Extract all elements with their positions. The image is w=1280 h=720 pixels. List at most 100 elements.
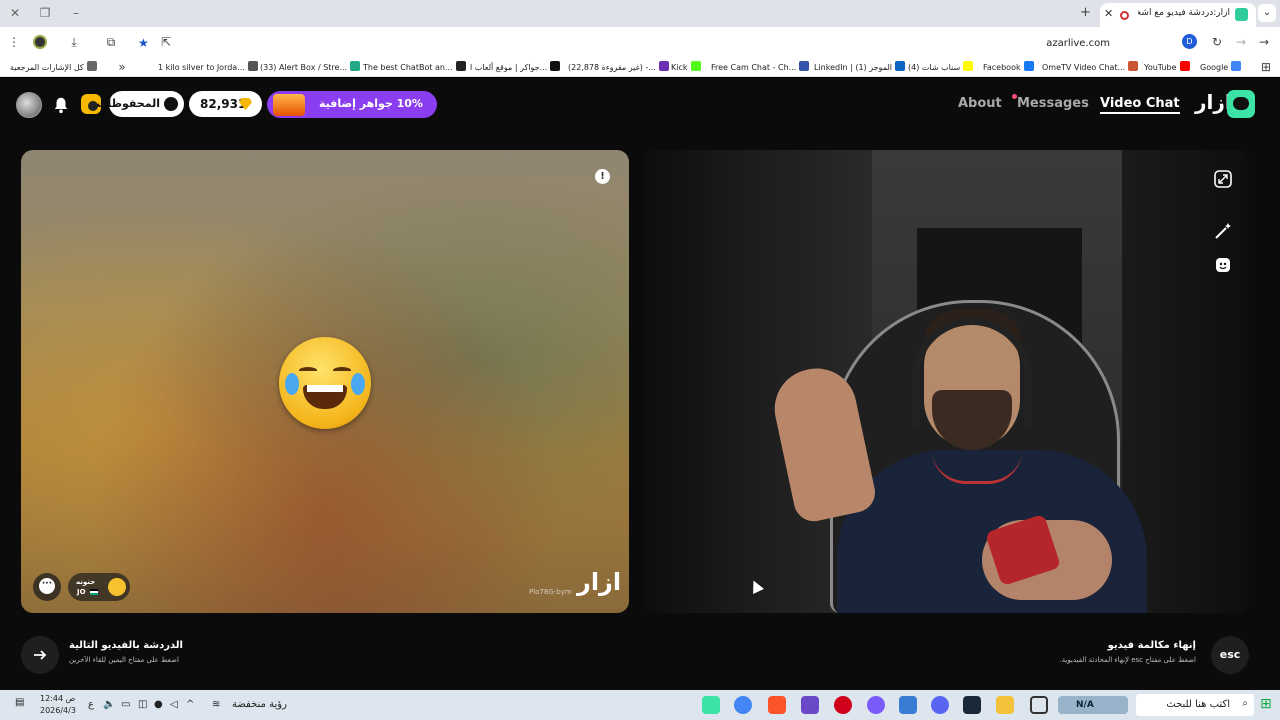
next-chat-button[interactable]: [21, 636, 59, 674]
more-bookmarks-icon[interactable]: »: [114, 59, 130, 75]
bookmark-favicon-icon: [658, 61, 669, 71]
azar-taskbar-icon[interactable]: [702, 696, 720, 714]
emoji-tear: [285, 373, 299, 395]
search-placeholder: اكتب هنا للبحث: [1166, 699, 1230, 710]
bookmark-item[interactable]: جواكر | موقع ألعاب ا...: [470, 61, 561, 72]
apps-grid-icon[interactable]: ⊞: [1258, 59, 1274, 75]
promo-banner-button[interactable]: 10% جواهر إضافية: [267, 91, 437, 118]
jordan-flag-icon: [90, 589, 98, 595]
start-icon[interactable]: ⊞: [1260, 696, 1276, 714]
bookmark-item[interactable]: Google: [1200, 61, 1242, 72]
bell-icon[interactable]: [52, 96, 70, 114]
partner-info-badge[interactable]: حنونه JO: [68, 573, 130, 601]
report-icon[interactable]: !: [595, 169, 610, 184]
bookmark-item[interactable]: The best ChatBot an...: [363, 61, 466, 72]
bookmark-item[interactable]: (33) Alert Box / Stre...: [260, 61, 361, 72]
close-tab-icon[interactable]: ✕: [1104, 7, 1113, 20]
bookmark-label: (22,878 غير مقروءة) -...: [568, 63, 656, 72]
input-language[interactable]: ع: [88, 699, 94, 710]
discord-taskbar-icon[interactable]: [931, 696, 949, 714]
reload-icon[interactable]: ↻: [1209, 34, 1225, 50]
bookmarks-bar: ⊞ » كل الإشارات المرجعية 1 kilo silver to…: [0, 57, 1280, 77]
windows-taskbar: ▤ 12:44 ص 2026/4/3 ع 🔈 ▭ ◫ ● ◁ ^ ≋ رؤية …: [0, 690, 1280, 720]
task-view-icon[interactable]: [1030, 696, 1048, 714]
new-tab-icon[interactable]: +: [1080, 5, 1091, 20]
end-call-title: إنهاء مكالمة فيديو: [1107, 640, 1196, 651]
bookmark-item[interactable]: 1 kilo silver to Jorda...: [158, 61, 258, 72]
partner-emoji-icon: [108, 578, 126, 596]
restore-window-icon[interactable]: ❐: [35, 5, 55, 21]
azar-app: المحفوظات 82,931 10% جواهر إضافية About …: [0, 78, 1280, 690]
emoji-eye: [333, 367, 351, 374]
nav-video-chat[interactable]: Video Chat: [1100, 96, 1180, 114]
notifications-icon[interactable]: ▤: [15, 697, 24, 708]
file-explorer-taskbar-icon[interactable]: [996, 696, 1014, 714]
network-icon[interactable]: ▭: [121, 699, 130, 710]
volume-icon[interactable]: 🔈: [103, 699, 115, 710]
bookmark-label: OmeTV Video Chat...: [1042, 63, 1126, 72]
avatar[interactable]: [16, 92, 42, 118]
brave-taskbar-icon[interactable]: [768, 696, 786, 714]
microphone-icon[interactable]: ●: [154, 699, 163, 710]
forward-icon[interactable]: →: [1233, 34, 1249, 50]
bookmark-item[interactable]: Kick: [671, 61, 701, 72]
azar-logo-icon[interactable]: [1227, 90, 1255, 118]
bookmark-favicon-icon: [1179, 61, 1190, 71]
face-filter-icon[interactable]: [1213, 255, 1233, 275]
bookmark-item[interactable]: (22,878 غير مقروءة) -...: [568, 61, 669, 72]
mouse-cursor-icon: [748, 578, 764, 594]
chrome-taskbar-icon[interactable]: [734, 696, 752, 714]
profile-avatar[interactable]: [33, 35, 47, 49]
na-widget[interactable]: N/A: [1058, 696, 1128, 714]
address-bar[interactable]: ★ ⇱ azarlive.com: [130, 30, 1200, 54]
minimize-window-icon[interactable]: –: [66, 5, 86, 21]
bookmark-item[interactable]: (4) سناب شات: [908, 61, 974, 72]
extensions-icon[interactable]: ⧉: [103, 34, 119, 50]
opera-taskbar-icon[interactable]: [834, 696, 852, 714]
bookmark-item[interactable]: YouTube: [1144, 61, 1190, 72]
steam-taskbar-icon[interactable]: [963, 696, 981, 714]
bookmark-label: Google: [1200, 63, 1229, 72]
speaker-icon[interactable]: ◁: [170, 699, 178, 710]
magic-wand-icon[interactable]: [1213, 221, 1233, 241]
saved-button[interactable]: المحفوظات: [96, 91, 184, 117]
menu-kebab-icon[interactable]: ⋮: [6, 34, 22, 50]
chat-button[interactable]: [33, 573, 61, 601]
bookmark-item[interactable]: LinkedIn | الموجز (1): [814, 61, 905, 72]
bookmark-label: Kick: [671, 63, 688, 72]
weather-label[interactable]: رؤية منخفضة: [232, 699, 287, 710]
bookmark-label: Facebook: [983, 63, 1021, 72]
bookmark-item[interactable]: كل الإشارات المرجعية: [10, 61, 97, 72]
page-info-icon[interactable]: D: [1182, 34, 1197, 49]
gems-balance-button[interactable]: 82,931: [189, 91, 262, 117]
back-icon[interactable]: →: [1256, 34, 1272, 50]
device-icon[interactable]: ◫: [138, 699, 147, 710]
nav-about[interactable]: About: [958, 96, 1002, 111]
close-window-icon[interactable]: ✕: [5, 5, 25, 21]
minimize-video-icon[interactable]: [1213, 169, 1233, 189]
bookmark-item[interactable]: Facebook: [983, 61, 1034, 72]
store-taskbar-icon[interactable]: [899, 696, 917, 714]
headset: [912, 318, 1032, 428]
app-taskbar-icon[interactable]: [801, 696, 819, 714]
tab-search-icon[interactable]: ⌄: [1258, 4, 1276, 22]
emoji-tear: [351, 373, 365, 395]
browser-tab[interactable]: ✕ أزار:دردشة فيديو مع أشخاص: [1100, 3, 1256, 27]
end-call-button[interactable]: esc: [1211, 636, 1249, 674]
clock-time[interactable]: 12:44 ص: [40, 694, 75, 703]
bookmark-favicon-icon: [86, 61, 97, 71]
clock-date[interactable]: 2026/4/3: [40, 706, 76, 715]
bookmark-item[interactable]: OmeTV Video Chat...: [1042, 61, 1139, 72]
taskbar-search-input[interactable]: اكتب هنا للبحث ⌕: [1136, 694, 1254, 716]
partner-name: حنونه: [76, 578, 96, 586]
site-info-icon[interactable]: ⇱: [158, 34, 174, 50]
bookmark-label: 1 kilo silver to Jorda...: [158, 63, 245, 72]
download-icon[interactable]: ⤓: [66, 34, 82, 50]
next-chat-hint: اضغط على مفتاح اليمين للقاء الآخرين: [69, 656, 179, 664]
nav-messages[interactable]: Messages: [1012, 94, 1089, 111]
show-hidden-icons-icon[interactable]: ^: [186, 699, 194, 710]
emoji-eye: [299, 367, 317, 374]
app2-taskbar-icon[interactable]: [867, 696, 885, 714]
bookmark-item[interactable]: Free Cam Chat - Ch...: [711, 61, 810, 72]
bookmark-star-icon[interactable]: ★: [138, 36, 149, 50]
